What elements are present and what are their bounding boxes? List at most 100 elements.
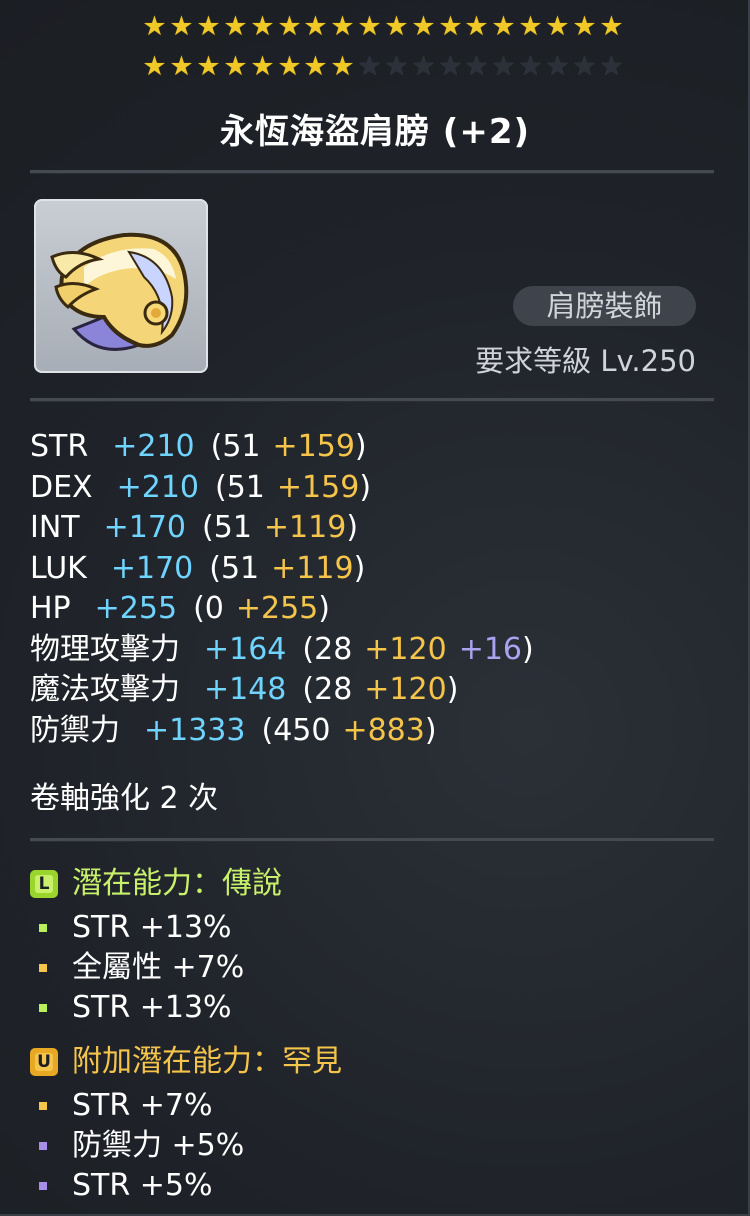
stat-total: +170	[110, 550, 194, 586]
stat-name: LUK	[30, 550, 87, 586]
stat-base: (28	[302, 631, 353, 667]
stat-bonus: +119	[271, 550, 354, 586]
stat-row: LUK +170 (51 +119)	[30, 549, 534, 590]
star-filled-icon: ★	[303, 11, 328, 42]
stat-close: )	[446, 672, 459, 707]
stat-total: +164	[204, 631, 287, 667]
stat-base: (51	[215, 469, 265, 505]
additional-line-text: 防禦力 +5%	[72, 1128, 245, 1163]
potential-line: STR +13%	[30, 988, 232, 1028]
star-filled-icon: ★	[518, 11, 543, 42]
stat-bonus: +255	[235, 591, 319, 626]
stat-total: +170	[103, 510, 187, 545]
stat-name: STR	[30, 429, 89, 464]
star-group: ★ ★ ★ ★ ★ ★	[302, 11, 464, 43]
star-group: ★ ★ ★ ★ ★ ★	[141, 11, 303, 43]
star-filled-icon: ★	[223, 51, 248, 82]
potential-icon-letter: L	[35, 875, 53, 893]
star-row-2: ★ ★ ★ ★ ★ ★ ★ ★ ★ ★ ★ ★ ★ ★ ★ ★ ★ ★	[0, 51, 750, 83]
stat-name: 魔法攻擊力	[30, 672, 180, 707]
additional-potential-line: 防禦力 +5%	[30, 1126, 244, 1166]
additional-potential-title: 附加潛在能力：罕見	[72, 1044, 342, 1079]
bullet-icon	[39, 924, 47, 932]
stat-close: )	[353, 550, 366, 586]
potential-line-text: STR +13%	[72, 910, 232, 945]
stat-row: INT +170 (51 +119)	[30, 508, 534, 549]
stat-total: +255	[94, 591, 178, 626]
star-filled-icon: ★	[277, 51, 302, 82]
star-empty-icon: ★	[545, 51, 570, 82]
star-filled-icon: ★	[303, 51, 328, 82]
star-empty-icon: ★	[572, 51, 597, 82]
bullet-icon	[39, 964, 47, 972]
star-filled-icon: ★	[169, 11, 194, 42]
star-filled-icon: ★	[250, 51, 275, 82]
potential-line: 全屬性 +7%	[30, 948, 244, 988]
stat-base: (28	[302, 672, 353, 707]
bullet-icon	[39, 1102, 47, 1110]
star-row-1: ★ ★ ★ ★ ★ ★ ★ ★ ★ ★ ★ ★ ★ ★ ★ ★ ★ ★	[0, 11, 750, 43]
star-filled-icon: ★	[330, 51, 355, 82]
stat-bonus: +120	[364, 631, 447, 667]
stat-base: (51	[210, 429, 261, 464]
additional-icon-letter: U	[35, 1053, 53, 1071]
stat-name: 物理攻擊力	[30, 631, 180, 667]
star-filled-icon: ★	[491, 11, 516, 42]
star-group: ★ ★ ★ ★ ★ ★	[463, 11, 625, 43]
star-empty-icon: ★	[491, 51, 516, 82]
star-filled-icon: ★	[599, 11, 624, 42]
star-group: ★ ★ ★ ★ ★ ★	[141, 51, 303, 83]
additional-potential-line: STR +7%	[30, 1086, 212, 1126]
stats-list: STR +210 (51 +159) DEX +210 (51 +159) INT +170 (51…	[30, 427, 534, 751]
additional-potential-header: U 附加潛在能力：罕見	[30, 1042, 342, 1082]
potential-line: STR +13%	[30, 908, 232, 948]
stat-row: DEX +210 (51 +159)	[30, 468, 534, 509]
star-filled-icon: ★	[330, 11, 355, 42]
star-group: ★ ★ ★ ★ ★ ★	[463, 51, 625, 83]
additional-line-text: STR +7%	[72, 1088, 213, 1123]
star-empty-icon: ★	[438, 51, 463, 82]
stat-name: DEX	[30, 469, 93, 505]
stat-base: (51	[209, 550, 260, 586]
stat-close: )	[522, 631, 534, 667]
divider	[30, 170, 714, 174]
potential-line-text: STR +13%	[72, 990, 232, 1025]
star-filled-icon: ★	[357, 11, 382, 42]
stat-row: 防禦力 +1333 (450 +883)	[30, 711, 534, 752]
star-filled-icon: ★	[169, 51, 194, 82]
star-empty-icon: ★	[357, 51, 382, 82]
stat-name: INT	[30, 510, 80, 545]
star-filled-icon: ★	[250, 11, 275, 42]
star-filled-icon: ★	[142, 11, 167, 42]
category-badge: 肩膀裝飾	[513, 286, 696, 326]
stat-bonus: +159	[272, 429, 355, 464]
stat-bonus: +119	[263, 510, 347, 545]
star-empty-icon: ★	[599, 51, 624, 82]
stat-base: (51	[202, 510, 252, 545]
potential-title: 潛在能力：傳說	[72, 866, 282, 901]
divider	[30, 838, 714, 842]
stat-total: +1333	[144, 712, 246, 748]
additional-potential-line: STR +5%	[30, 1166, 212, 1206]
stat-bonus: +159	[276, 469, 360, 505]
stat-row: STR +210 (51 +159)	[30, 427, 534, 468]
star-filled-icon: ★	[277, 11, 302, 42]
star-filled-icon: ★	[196, 11, 221, 42]
stat-close: )	[318, 591, 330, 626]
stat-bonus: +120	[364, 672, 447, 707]
star-empty-icon: ★	[464, 51, 489, 82]
star-filled-icon: ★	[572, 11, 597, 42]
unique-potential-icon: U	[30, 1048, 58, 1076]
star-empty-icon: ★	[384, 51, 409, 82]
stat-star-bonus: +16	[458, 631, 523, 667]
bullet-icon	[39, 1182, 47, 1190]
stat-name: HP	[30, 591, 71, 626]
star-filled-icon: ★	[411, 11, 436, 42]
additional-line-text: STR +5%	[72, 1168, 213, 1203]
stat-base: (450	[261, 712, 331, 748]
stat-base: (0	[193, 591, 224, 626]
level-requirement: 要求等級 Lv.250	[475, 344, 696, 378]
stat-row: HP +255 (0 +255)	[30, 589, 534, 630]
star-filled-icon: ★	[438, 11, 463, 42]
star-filled-icon: ★	[142, 51, 167, 82]
